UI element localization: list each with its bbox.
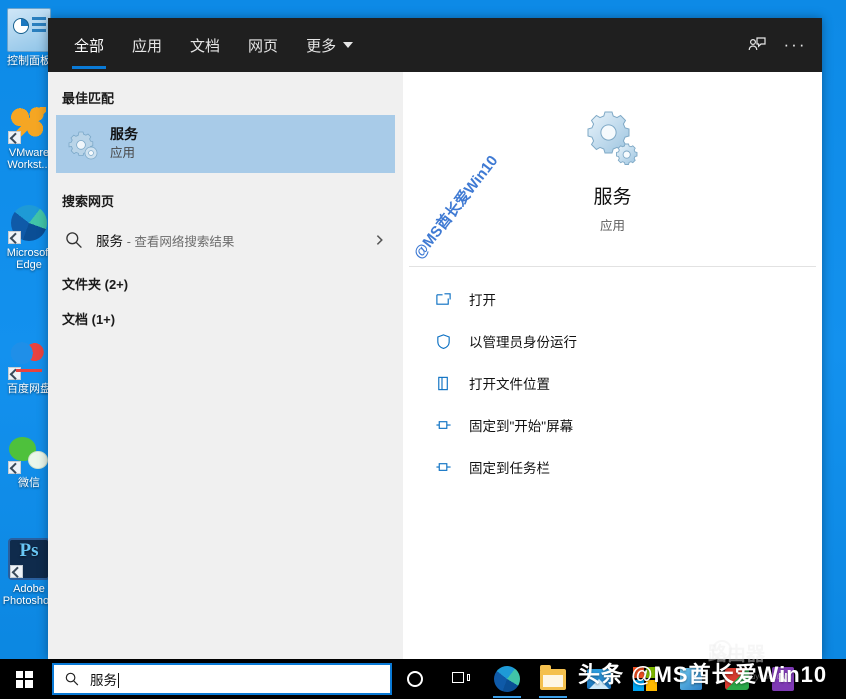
- taskbar-cortana-button[interactable]: [392, 659, 438, 699]
- pin-icon: [433, 457, 453, 477]
- preview-subtitle: 应用: [599, 219, 625, 233]
- mail-icon: [725, 668, 749, 690]
- web-search-heading: 搜索网页: [62, 194, 115, 209]
- header-actions: ···: [738, 18, 814, 72]
- action-pin-to-start[interactable]: 固定到"开始"屏幕: [433, 409, 822, 441]
- ellipsis-icon: ···: [783, 35, 807, 54]
- tab-all[interactable]: 全部: [60, 18, 118, 72]
- shortcut-arrow-icon: [8, 131, 21, 144]
- tab-label: 更多: [306, 37, 337, 55]
- taskbar-photos-button[interactable]: [576, 659, 622, 699]
- more-options-button[interactable]: ···: [776, 26, 814, 64]
- group-heading-folders[interactable]: 文件夹 (2+): [48, 260, 403, 295]
- gear-icon: [66, 127, 100, 161]
- taskbar-search-box[interactable]: 服务: [52, 663, 392, 695]
- edge-icon: [8, 202, 50, 244]
- action-label: 打开文件位置: [469, 377, 550, 392]
- picture-icon: [680, 668, 702, 690]
- search-icon: [66, 232, 82, 249]
- search-flyout-panel: 全部 应用 文档 网页 更多 ··· 最佳匹配 服务 应用 搜索网页 服务 - …: [48, 18, 822, 659]
- preview-actions: 打开 以管理员身份运行 打开文件位置 固定到"开始"屏幕 固定到任务栏: [403, 267, 822, 483]
- folder-icon: [540, 664, 566, 690]
- wechat-icon: [8, 432, 50, 474]
- shield-icon: [433, 331, 453, 351]
- pin-icon: [433, 415, 453, 435]
- taskbar-mail-button[interactable]: [714, 659, 760, 699]
- desktop: 控制面板 VMware Workst... Microsoft Edge 百度网…: [0, 0, 846, 699]
- shortcut-arrow-icon: [8, 461, 21, 474]
- tab-label: 网页: [248, 37, 279, 55]
- shortcut-arrow-icon: [8, 367, 21, 380]
- web-search-result-row[interactable]: 服务 - 查看网络搜索结果: [48, 220, 403, 260]
- best-match-text: 服务 应用: [110, 126, 138, 161]
- best-match-title: 服务: [110, 126, 138, 143]
- shortcut-arrow-icon: [10, 565, 23, 578]
- edge-icon: [494, 666, 520, 692]
- action-label: 固定到任务栏: [469, 461, 550, 476]
- search-input-value[interactable]: 服务: [90, 669, 119, 689]
- tab-label: 文档: [190, 37, 221, 55]
- tab-documents[interactable]: 文档: [176, 18, 234, 72]
- shortcut-arrow-icon: [8, 231, 21, 244]
- preview-column: 服务 应用 打开 以管理员身份运行 打开文件位置 固定到"开始"屏幕 固定到任务…: [403, 72, 822, 659]
- baidu-netdisk-icon: [8, 338, 50, 380]
- action-label: 固定到"开始"屏幕: [469, 419, 574, 434]
- feedback-person-icon: [748, 37, 766, 51]
- feedback-button[interactable]: [738, 26, 776, 64]
- tab-more[interactable]: 更多: [292, 18, 367, 72]
- taskbar: 服务: [0, 659, 846, 699]
- taskbar-file-explorer-button[interactable]: [530, 659, 576, 699]
- action-run-as-administrator[interactable]: 以管理员身份运行: [433, 325, 822, 357]
- preview-title: 服务: [593, 187, 632, 208]
- search-panel-body: 最佳匹配 服务 应用 搜索网页 服务 - 查看网络搜索结果 文件夹 (2+) 文…: [48, 72, 822, 659]
- taskbar-store-button[interactable]: [622, 659, 668, 699]
- tab-label: 应用: [132, 37, 163, 55]
- web-search-label: 服务 - 查看网络搜索结果: [96, 230, 371, 250]
- cortana-circle-icon: [407, 671, 423, 687]
- task-view-icon: [452, 672, 470, 686]
- web-search-query: 服务: [96, 234, 123, 249]
- start-button[interactable]: [0, 659, 48, 699]
- action-label: 以管理员身份运行: [469, 335, 577, 350]
- preview-hero: 服务 应用: [403, 108, 822, 252]
- taskbar-edge-button[interactable]: [484, 659, 530, 699]
- control-panel-icon: [7, 8, 51, 52]
- folder-location-icon: [433, 373, 453, 393]
- open-window-icon: [433, 289, 453, 309]
- running-indicator: [493, 696, 521, 698]
- search-icon: [65, 672, 79, 686]
- search-results-column: 最佳匹配 服务 应用 搜索网页 服务 - 查看网络搜索结果 文件夹 (2+) 文…: [48, 72, 403, 659]
- action-pin-to-taskbar[interactable]: 固定到任务栏: [433, 451, 822, 483]
- running-indicator: [539, 696, 567, 698]
- search-panel-header: 全部 应用 文档 网页 更多 ···: [48, 18, 822, 72]
- search-tabs: 全部 应用 文档 网页 更多: [60, 18, 367, 72]
- chevron-down-icon: [343, 42, 354, 48]
- gear-icon: [584, 108, 642, 166]
- vmware-icon: [8, 102, 50, 144]
- chevron-right-icon[interactable]: [371, 231, 389, 249]
- taskbar-onenote-button[interactable]: [760, 659, 806, 699]
- tab-apps[interactable]: 应用: [118, 18, 176, 72]
- onenote-icon: [772, 667, 794, 691]
- tab-label: 全部: [74, 37, 105, 55]
- photos-icon: [587, 669, 611, 689]
- taskbar-picture-button[interactable]: [668, 659, 714, 699]
- action-open[interactable]: 打开: [433, 283, 822, 315]
- action-label: 打开: [469, 293, 496, 308]
- best-match-result-services[interactable]: 服务 应用: [56, 115, 395, 173]
- web-search-suffix: - 查看网络搜索结果: [126, 235, 235, 249]
- best-match-heading: 最佳匹配: [62, 91, 115, 106]
- search-query-text: 服务: [90, 673, 117, 688]
- text-cursor: [118, 673, 119, 688]
- windows-logo-icon: [15, 670, 33, 688]
- group-heading-documents[interactable]: 文档 (1+): [48, 295, 403, 330]
- taskbar-task-view-button[interactable]: [438, 659, 484, 699]
- action-open-file-location[interactable]: 打开文件位置: [433, 367, 822, 399]
- best-match-subtitle: 应用: [110, 145, 136, 160]
- store-icon: [633, 667, 657, 691]
- photoshop-icon: [8, 538, 50, 580]
- tab-web[interactable]: 网页: [234, 18, 292, 72]
